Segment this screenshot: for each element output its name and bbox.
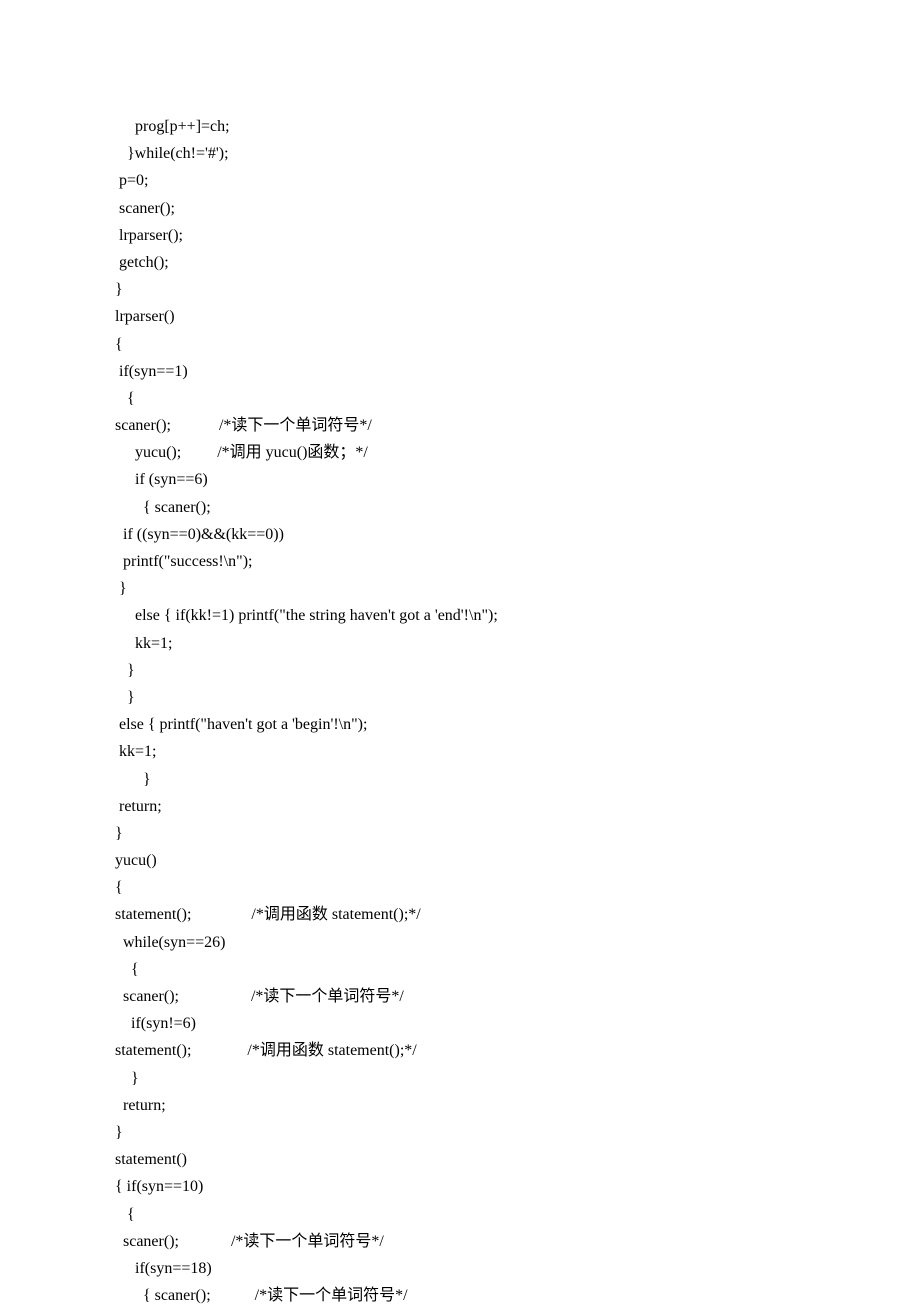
code-line: } bbox=[115, 1065, 920, 1092]
code-line: lrparser(); bbox=[115, 222, 920, 249]
code-line: yucu(); /*调用 yucu()函数；*/ bbox=[115, 439, 920, 466]
code-line: else { if(kk!=1) printf("the string have… bbox=[115, 602, 920, 629]
code-line: if (syn==6) bbox=[115, 466, 920, 493]
code-line: kk=1; bbox=[115, 630, 920, 657]
code-line: p=0; bbox=[115, 167, 920, 194]
code-line: { if(syn==10) bbox=[115, 1173, 920, 1200]
code-line: scaner(); /*读下一个单词符号*/ bbox=[115, 1228, 920, 1255]
code-line: { bbox=[115, 874, 920, 901]
code-line: scaner(); /*读下一个单词符号*/ bbox=[115, 412, 920, 439]
code-line: { bbox=[115, 956, 920, 983]
code-line: else { printf("haven't got a 'begin'!\n"… bbox=[115, 711, 920, 738]
code-document-page: prog[p++]=ch; }while(ch!='#'); p=0; scan… bbox=[0, 0, 920, 1309]
code-line: return; bbox=[115, 1092, 920, 1119]
code-line: { scaner(); bbox=[115, 494, 920, 521]
code-line: scaner(); /*读下一个单词符号*/ bbox=[115, 983, 920, 1010]
code-line: } bbox=[115, 1119, 920, 1146]
code-line: printf("success!\n"); bbox=[115, 548, 920, 575]
code-line: yucu() bbox=[115, 847, 920, 874]
code-line: } bbox=[115, 657, 920, 684]
code-line: getch(); bbox=[115, 249, 920, 276]
code-line: kk=1; bbox=[115, 738, 920, 765]
code-line: return; bbox=[115, 793, 920, 820]
code-line: statement(); /*调用函数 statement();*/ bbox=[115, 1037, 920, 1064]
code-line: { bbox=[115, 331, 920, 358]
code-line: } bbox=[115, 276, 920, 303]
code-line: } bbox=[115, 766, 920, 793]
code-line: if ((syn==0)&&(kk==0)) bbox=[115, 521, 920, 548]
code-line: } bbox=[115, 684, 920, 711]
code-line: statement(); /*调用函数 statement();*/ bbox=[115, 901, 920, 928]
code-line: { scaner(); /*读下一个单词符号*/ bbox=[115, 1282, 920, 1309]
code-line: } bbox=[115, 575, 920, 602]
code-line: prog[p++]=ch; bbox=[115, 113, 920, 140]
code-line: { bbox=[115, 1201, 920, 1228]
code-line: scaner(); bbox=[115, 195, 920, 222]
code-line: while(syn==26) bbox=[115, 929, 920, 956]
code-line: if(syn==1) bbox=[115, 358, 920, 385]
code-line: if(syn==18) bbox=[115, 1255, 920, 1282]
code-line: statement() bbox=[115, 1146, 920, 1173]
code-line: { bbox=[115, 385, 920, 412]
code-line: lrparser() bbox=[115, 303, 920, 330]
code-line: } bbox=[115, 820, 920, 847]
code-line: }while(ch!='#'); bbox=[115, 140, 920, 167]
code-line: if(syn!=6) bbox=[115, 1010, 920, 1037]
